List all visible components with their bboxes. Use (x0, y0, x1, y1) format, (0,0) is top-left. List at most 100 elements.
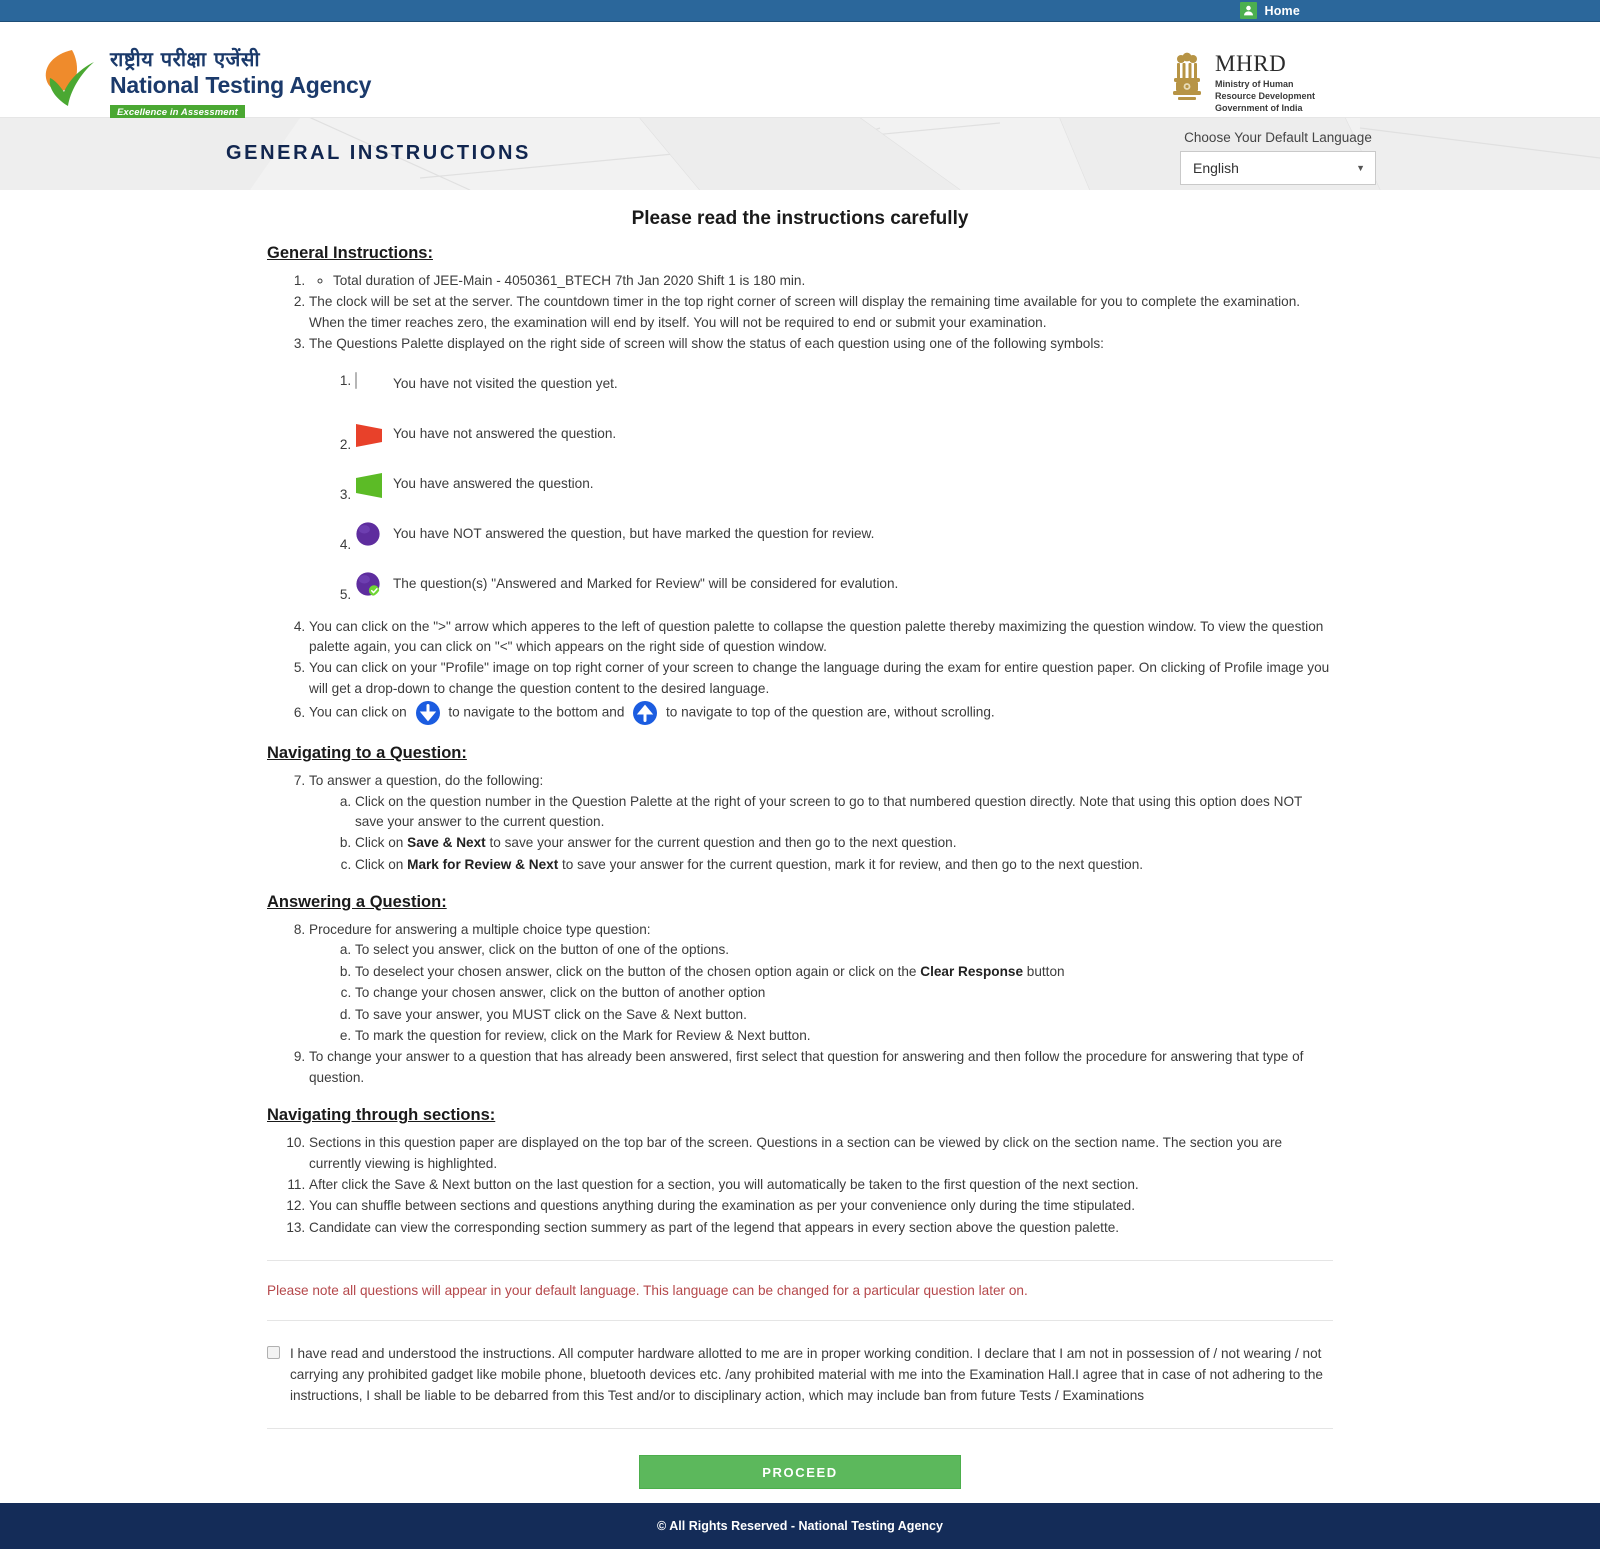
list-item: The Questions Palette displayed on the r… (309, 334, 1333, 610)
item8-text: Procedure for answering a multiple choic… (309, 922, 651, 938)
answered-icon (355, 471, 383, 499)
site-header: राष्ट्रीय परीक्षा एजेंसी National Testin… (0, 22, 1600, 122)
symbol-label: You have answered the question. (393, 476, 594, 492)
ashoka-emblem-icon (1169, 52, 1205, 106)
symbols-intro: The Questions Palette displayed on the r… (309, 336, 1104, 352)
list-item: You have not visited the question yet. (355, 361, 1333, 411)
list-item: Click on the question number in the Ques… (355, 792, 1333, 833)
symbol-label: The question(s) "Answered and Marked for… (393, 576, 899, 592)
item6-text-1: You can click on (309, 704, 407, 720)
general-instructions-heading: General Instructions: (267, 244, 433, 262)
nta-logo-icon (42, 48, 98, 108)
page-banner: GENERAL INSTRUCTIONS Choose Your Default… (0, 118, 1600, 190)
save-and-next-label: Save & Next (407, 835, 486, 851)
item7c-pre: Click on (355, 856, 408, 872)
list-item: The clock will be set at the server. The… (309, 292, 1333, 333)
list-item: To mark the question for review, click o… (355, 1026, 1333, 1046)
nta-english-name: National Testing Agency (110, 72, 372, 98)
divider (267, 1428, 1333, 1430)
answering-question-list: Procedure for answering a multiple choic… (267, 920, 1333, 1088)
item8b-post: button (1023, 963, 1065, 979)
divider (267, 1260, 1333, 1262)
item7c-post: to save your answer for the current ques… (558, 856, 1144, 872)
mhrd-title: MHRD (1214, 51, 1287, 76)
navigating-sublist: Click on the question number in the Ques… (309, 792, 1333, 876)
answering-sublist: To select you answer, click on the butto… (309, 940, 1333, 1046)
list-item: After click the Save & Next button on th… (309, 1175, 1333, 1195)
not-visited-icon (355, 371, 383, 399)
list-item: Click on Mark for Review & Next to save … (355, 855, 1333, 875)
proceed-row: PROCEED (267, 1455, 1333, 1490)
not-answered-icon (355, 421, 383, 449)
navigating-sections-heading: Navigating through sections: (267, 1106, 496, 1125)
list-item: To save your answer, you MUST click on t… (355, 1005, 1333, 1025)
item7-text: To answer a question, do the following: (309, 773, 544, 789)
general-instructions-list: Total duration of JEE-Main - 4050361_BTE… (267, 271, 1333, 726)
symbol-label: You have not answered the question. (393, 426, 617, 442)
list-item: To deselect your chosen answer, click on… (355, 962, 1333, 982)
list-item: You have answered the question. (355, 461, 1333, 511)
list-item: To select you answer, click on the butto… (355, 940, 1333, 960)
question-status-symbols-list: You have not visited the question yet. Y… (309, 361, 1333, 611)
site-footer: © All Rights Reserved - National Testing… (0, 1503, 1600, 1549)
home-label: Home (1264, 3, 1300, 18)
navigating-question-list: To answer a question, do the following: … (267, 771, 1333, 875)
declaration-checkbox[interactable] (267, 1346, 280, 1360)
mhrd-line-3: Government of India (1214, 103, 1303, 114)
list-item: You can click on your "Profile" image on… (309, 658, 1333, 699)
clear-response-label: Clear Response (920, 963, 1023, 979)
item6-text-2: to navigate to the bottom and (448, 704, 625, 720)
scroll-down-icon[interactable] (415, 700, 441, 726)
page-title: GENERAL INSTRUCTIONS (226, 142, 531, 164)
item8b-pre: To deselect your chosen answer, click on… (355, 963, 921, 979)
list-item: You can shuffle between sections and que… (309, 1196, 1333, 1216)
list-item: To answer a question, do the following: … (309, 771, 1333, 875)
nta-hindi-name: राष्ट्रीय परीक्षा एजेंसी (110, 47, 261, 71)
mhrd-line-2: Resource Development (1214, 91, 1315, 102)
duration-sublist: Total duration of JEE-Main - 4050361_BTE… (309, 271, 1333, 291)
list-item: To change your chosen answer, click on t… (355, 983, 1333, 1003)
list-item: Total duration of JEE-Main - 4050361_BTE… (309, 271, 1333, 291)
divider (267, 1320, 1333, 1322)
item7b-post: to save your answer for the current ques… (485, 835, 957, 851)
chevron-down-icon: ▼ (1356, 163, 1365, 173)
language-select[interactable]: English ▼ (1180, 151, 1376, 185)
language-chooser: Choose Your Default Language English ▼ (1180, 130, 1376, 185)
list-item: Total duration of JEE-Main - 4050361_BTE… (333, 271, 1333, 291)
instructions-content: Please read the instructions carefully G… (0, 190, 1600, 1536)
scroll-up-icon[interactable] (632, 700, 658, 726)
top-navigation-bar: Home (0, 0, 1600, 22)
list-item: Candidate can view the corresponding sec… (309, 1218, 1333, 1238)
list-item: You have NOT answered the question, but … (355, 511, 1333, 561)
mark-for-review-label: Mark for Review & Next (407, 856, 559, 872)
marked-for-review-icon (355, 521, 383, 549)
default-language-note: Please note all questions will appear in… (267, 1283, 1028, 1299)
item6-text-3: to navigate to top of the question are, … (665, 704, 995, 720)
copyright-text: © All Rights Reserved - National Testing… (657, 1519, 943, 1533)
answered-and-marked-icon (355, 571, 383, 599)
instructions-heading: Please read the instructions carefully (631, 208, 969, 229)
navigating-sections-list: Sections in this question paper are disp… (267, 1133, 1333, 1238)
item7b-pre: Click on (355, 835, 408, 851)
person-icon (1240, 2, 1258, 19)
home-link[interactable]: Home (1240, 2, 1300, 19)
language-label: Choose Your Default Language (1184, 130, 1372, 145)
list-item: Sections in this question paper are disp… (309, 1133, 1333, 1174)
list-item: You can click on to navigate to the bott… (309, 700, 1333, 726)
proceed-button[interactable]: PROCEED (639, 1455, 961, 1490)
navigating-question-heading: Navigating to a Question: (267, 744, 467, 763)
declaration-row: I have read and understood the instructi… (267, 1343, 1333, 1406)
list-item: Procedure for answering a multiple choic… (309, 920, 1333, 1046)
mhrd-line-1: Ministry of Human (1214, 79, 1294, 89)
list-item: You have not answered the question. (355, 411, 1333, 461)
mhrd-logo: MHRD Ministry of Human Resource Developm… (1169, 52, 1315, 114)
nta-logo: राष्ट्रीय परीक्षा एजेंसी National Testin… (42, 47, 372, 122)
list-item: You can click on the ">" arrow which app… (309, 617, 1333, 658)
symbol-label: You have not visited the question yet. (393, 376, 618, 392)
list-item: To change your answer to a question that… (309, 1047, 1333, 1088)
answering-question-heading: Answering a Question: (267, 893, 447, 912)
declaration-text: I have read and understood the instructi… (290, 1346, 1323, 1404)
list-item: The question(s) "Answered and Marked for… (355, 561, 1333, 611)
list-item: Click on Save & Next to save your answer… (355, 833, 1333, 853)
language-selected-value: English (1193, 160, 1239, 176)
